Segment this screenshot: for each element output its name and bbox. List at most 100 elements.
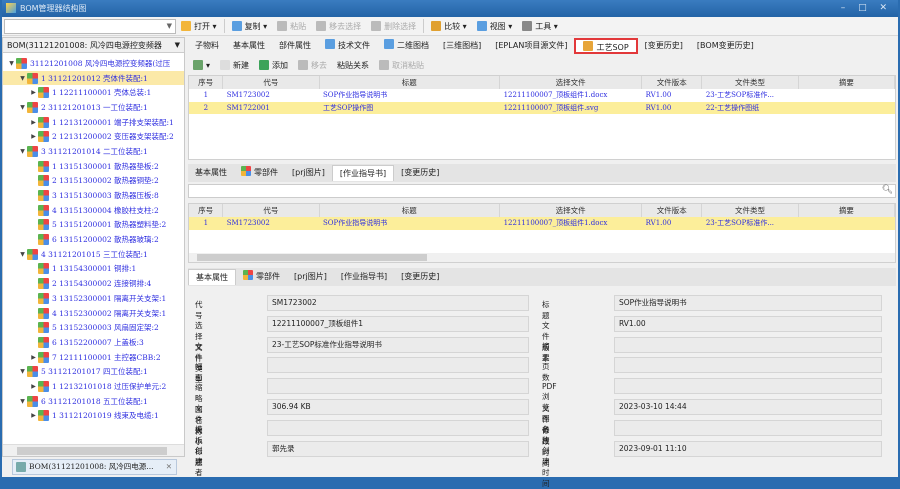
column-header[interactable]: 序号 xyxy=(189,76,224,89)
tree-node[interactable]: ▼ 4 31121201015 三工位装配:1 xyxy=(3,247,184,262)
search-input[interactable]: 🔍︎ xyxy=(188,184,896,198)
tree-node[interactable]: 6 13152200007 上盖板:3 xyxy=(3,335,184,350)
collapse-icon[interactable]: ▼ xyxy=(18,75,27,82)
column-header[interactable]: 序号 xyxy=(189,204,224,217)
column-header[interactable]: 文件版本 xyxy=(641,204,703,217)
toolbar-button-delete[interactable]: 删除选择 xyxy=(366,18,421,35)
field-value[interactable]: SM1723002 xyxy=(267,295,529,311)
column-header[interactable]: 选择文件 xyxy=(499,76,643,89)
tab-3[interactable]: [作业指导书] xyxy=(334,269,394,285)
tree-node[interactable]: 4 13152300002 隔离开关支架:1 xyxy=(3,306,184,321)
column-header[interactable]: 代号 xyxy=(222,76,320,89)
tree-node[interactable]: 5 13151200001 散热器塑料垫:2 xyxy=(3,218,184,233)
tree-node[interactable]: ▼ 2 31121201013 一工位装配:1 xyxy=(3,100,184,115)
tree-node[interactable]: 3 13152300001 隔离开关支架:1 xyxy=(3,291,184,306)
toolbar-button-folder[interactable]: 打开 ▾ xyxy=(176,18,222,35)
tab-3[interactable]: [作业指导书] xyxy=(331,165,395,181)
toolbar-button-paste[interactable]: 粘贴 xyxy=(272,18,311,35)
tab-2[interactable]: 部件属性 xyxy=(272,38,318,54)
collapse-icon[interactable]: ▼ xyxy=(7,60,16,67)
tab-4[interactable]: 二维图档 xyxy=(377,38,436,54)
collapse-icon[interactable]: ▼ xyxy=(18,251,27,258)
field-value[interactable] xyxy=(267,357,529,374)
tab-4[interactable]: [变更历史] xyxy=(394,269,446,285)
toolbar-button-compare[interactable]: 比较 ▾ xyxy=(426,18,472,35)
tree-node[interactable]: ▼ 31121201008 风冷四电源控变频器(过压 xyxy=(3,56,184,71)
tree-node[interactable]: ▼ 1 31121201012 壳体件装配:1 xyxy=(3,70,184,86)
tree-node[interactable]: 1 13154300001 铜排:1 xyxy=(3,262,184,277)
tree-node[interactable]: 2 13151300002 散热器铜垫:2 xyxy=(3,174,184,189)
tree-node[interactable]: ▶ 7 12111100001 主控器CBB:2 xyxy=(3,350,184,365)
table-row[interactable]: 2 SM1722001 工艺SOP操作图 12211100007_顶板组件.svg RV… xyxy=(189,101,895,114)
column-header[interactable]: 文件版本 xyxy=(641,76,703,89)
toolbar-button-view[interactable]: 视图 ▾ xyxy=(472,18,518,35)
column-header[interactable]: 文件类型 xyxy=(701,204,799,217)
column-header[interactable]: 文件类型 xyxy=(701,76,799,89)
field-value[interactable] xyxy=(614,419,882,436)
toolbar-button-remove[interactable]: 移去选择 xyxy=(311,18,366,35)
field-value[interactable]: 2023-03-10 14:44 xyxy=(614,399,882,415)
tab-6[interactable]: [EPLAN项目源文件] xyxy=(488,38,574,54)
collapse-icon[interactable]: ▼ xyxy=(18,148,27,155)
sop-button-1[interactable]: 添加 xyxy=(254,57,293,74)
expand-icon[interactable]: ▶ xyxy=(29,383,38,390)
field-value[interactable] xyxy=(614,357,882,374)
tree-node[interactable]: 2 13154300002 连接铜排:4 xyxy=(3,276,184,291)
tree-node[interactable]: 4 13151300004 橡胶柱支柱:2 xyxy=(3,203,184,218)
toolbar-button-tools[interactable]: 工具 ▾ xyxy=(517,18,563,35)
field-value[interactable] xyxy=(267,419,529,436)
sop-button-0[interactable]: 新建 xyxy=(215,57,254,74)
column-header[interactable]: 标题 xyxy=(319,76,501,89)
field-value[interactable] xyxy=(614,336,882,353)
search-icon[interactable]: 🔍︎ xyxy=(882,185,893,195)
expand-icon[interactable]: ▶ xyxy=(29,133,38,140)
tree-node[interactable]: ▼ 3 31121201014 二工位装配:1 xyxy=(3,144,184,159)
tree-node[interactable]: ▶ 1 12131200001 端子排支架装配:1 xyxy=(3,115,184,130)
tab-5[interactable]: [三维图档] xyxy=(436,38,488,54)
expand-icon[interactable]: ▶ xyxy=(29,119,38,126)
tab-8[interactable]: [变更历史] xyxy=(638,38,690,54)
tree-node[interactable]: ▶ 2 12131200002 变压器支架装配:2 xyxy=(3,129,184,144)
tree-node[interactable]: 1 13151300001 散热器垫板:2 xyxy=(3,159,184,174)
tree-node[interactable]: ▶ 1 31121201019 线束及电缆:1 xyxy=(3,409,184,424)
column-header[interactable]: 标题 xyxy=(319,204,501,217)
expand-icon[interactable]: ▶ xyxy=(29,89,38,96)
table-row[interactable]: 1 SM1723002 SOP作业指导说明书 12211100007_顶板组件1.do… xyxy=(189,89,895,102)
toolbar-button-copy[interactable]: 复制 ▾ xyxy=(227,18,273,35)
tree-node[interactable]: 3 13151300003 散热器压板:8 xyxy=(3,188,184,203)
tree-node[interactable]: ▼ 5 31121201017 四工位装配:1 xyxy=(3,364,184,379)
column-header[interactable]: 选择文件 xyxy=(499,204,643,217)
doc-horizontal-scrollbar[interactable] xyxy=(189,253,895,262)
field-value[interactable]: SOP作业指导说明书 xyxy=(614,295,882,311)
field-value[interactable] xyxy=(614,378,882,395)
field-value[interactable]: 12211100007_顶板组件1 xyxy=(267,315,529,332)
collapse-icon[interactable]: ▼ xyxy=(18,104,27,111)
tree-node[interactable]: 6 13151200002 散热器玻璃:2 xyxy=(3,232,184,247)
sop-button-2[interactable]: 移去 xyxy=(293,57,332,74)
bom-selector[interactable]: BOM(31121201008: 风冷四电源控变频器 ▼ xyxy=(3,38,184,53)
tab-1[interactable]: 零部件 xyxy=(234,165,285,181)
tab-7[interactable]: 工艺SOP xyxy=(574,38,638,54)
tab-0[interactable]: 子物料 xyxy=(188,38,226,54)
tab-9[interactable]: [BOM变更历史] xyxy=(690,38,761,54)
table-row[interactable]: 1 SM1723002 SOP作业指导说明书 12211100007_顶板组件1.do… xyxy=(189,217,895,230)
scroll-thumb[interactable] xyxy=(17,447,167,455)
field-value[interactable]: 郭先录 xyxy=(267,440,529,457)
view-menu-button[interactable]: ▾ xyxy=(188,57,215,74)
collapse-icon[interactable]: ▼ xyxy=(18,398,27,405)
tree-horizontal-scrollbar[interactable] xyxy=(3,444,184,456)
field-value[interactable]: RV1.00 xyxy=(614,315,882,332)
tree-node[interactable]: 5 13152300003 风扇固定架:2 xyxy=(3,320,184,335)
column-header[interactable]: 摘要 xyxy=(798,76,896,89)
window-controls[interactable]: – □ ✕ xyxy=(841,0,892,17)
tree-node[interactable]: ▼ 6 31121201018 五工位装配:1 xyxy=(3,394,184,409)
field-value[interactable] xyxy=(267,378,529,395)
tab-3[interactable]: 技术文件 xyxy=(318,38,377,54)
sop-button-3[interactable]: 粘贴关系 xyxy=(332,57,374,74)
field-value[interactable]: 23-工艺SOP标准作业指导说明书 xyxy=(267,336,529,353)
tab-2[interactable]: [prj图片] xyxy=(287,269,334,285)
tree-node[interactable]: ▶ 1 12132101018 过压保护单元:2 xyxy=(3,379,184,394)
close-icon[interactable]: ✕ xyxy=(166,460,172,474)
tab-1[interactable]: 零部件 xyxy=(236,269,287,285)
form-vertical-scrollbar[interactable] xyxy=(885,289,894,454)
